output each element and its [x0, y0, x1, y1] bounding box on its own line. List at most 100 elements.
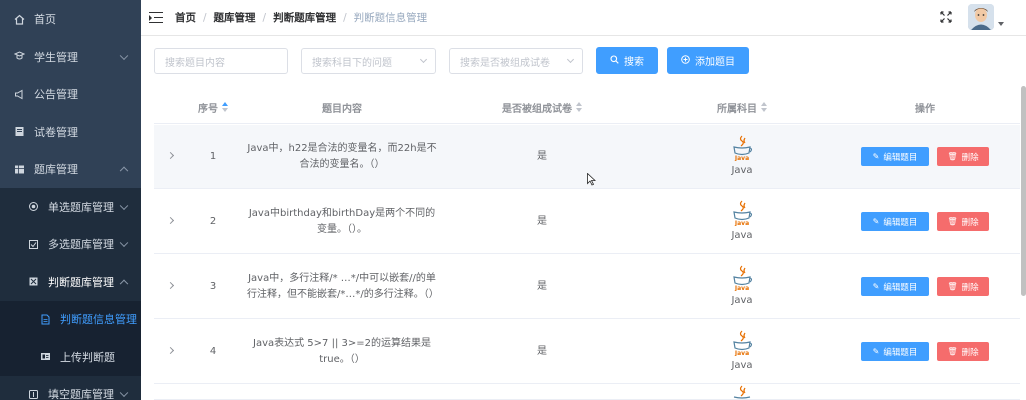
cell-subject: Java Java: [642, 125, 842, 189]
add-question-button[interactable]: 添加题目: [667, 47, 749, 74]
sidebar-item-papers[interactable]: 试卷管理: [0, 113, 141, 151]
svg-text:Java: Java: [734, 155, 749, 161]
cell-content: Java中，多行注释/* …*/中可以嵌套//的单行注释，但不能嵌套/*…*/的…: [247, 273, 439, 300]
sidebar: 首页 学生管理 公告管理 试卷管理 题库管理 单选题库管理 多选题库管理 判断题…: [0, 0, 141, 400]
sidebar-item-label: 多选题库管理: [48, 238, 114, 252]
paper-icon: [12, 125, 26, 139]
content-search-input[interactable]: 搜索题目内容: [154, 48, 288, 74]
java-cup-icon: Java: [733, 200, 753, 226]
java-logo: Java Java: [730, 200, 754, 244]
java-logo: Java Java: [730, 330, 754, 374]
breadcrumb-separator: /: [203, 11, 207, 24]
caret-down-icon[interactable]: [998, 22, 1004, 26]
scrollbar[interactable]: [1021, 86, 1026, 296]
delete-question-button[interactable]: 🗑 删除: [937, 212, 989, 231]
sidebar-item-upload-judge[interactable]: 上传判断题: [0, 338, 141, 376]
edit-icon: ✎: [872, 152, 880, 161]
table-row[interactable]: [154, 385, 1020, 400]
filter-bar: 搜索题目内容 搜索科目下的问题 搜索是否被组成试卷 搜索 添加题目: [141, 36, 1026, 86]
chevron-down-icon: [119, 51, 129, 60]
subject-name: Java: [731, 230, 753, 241]
question-bank-icon: [12, 162, 26, 176]
edit-question-button[interactable]: ✎ 编辑题目: [861, 277, 929, 296]
add-question-label: 添加题目: [695, 57, 735, 68]
student-icon: [12, 50, 26, 64]
edit-question-button[interactable]: ✎ 编辑题目: [861, 342, 929, 361]
header-in-paper[interactable]: 是否被组成试卷: [442, 90, 642, 124]
sort-icon[interactable]: [761, 102, 767, 112]
fill-blank-icon: [26, 387, 40, 400]
paper-select[interactable]: 搜索是否被组成试卷: [449, 48, 583, 74]
subject-name: Java: [731, 360, 753, 371]
chevron-right-icon[interactable]: [166, 346, 175, 355]
avatar[interactable]: [968, 4, 994, 30]
table-row[interactable]: 2 Java中birthday和birthDay是两个不同的变量。（）。 是 J…: [154, 190, 1020, 254]
search-button[interactable]: 搜索: [596, 47, 658, 74]
judge-bank-submenu: 判断题信息管理 上传判断题: [0, 300, 141, 376]
edit-icon: ✎: [872, 347, 880, 356]
subject-select-placeholder: 搜索科目下的问题: [312, 57, 392, 69]
edit-icon: ✎: [872, 217, 880, 226]
delete-question-button[interactable]: 🗑 删除: [937, 147, 989, 166]
edit-icon: ✎: [872, 282, 880, 291]
chevron-up-icon: [119, 166, 129, 176]
table-row[interactable]: 4 Java表达式 5>7 || 3>=2的运算结果是true。（） 是 Jav…: [154, 320, 1020, 384]
svg-text:Java: Java: [734, 285, 749, 291]
java-cup-icon: Java: [733, 265, 753, 291]
fullscreen-icon[interactable]: [940, 11, 952, 23]
delete-question-button[interactable]: 🗑 删除: [937, 342, 989, 361]
sidebar-item-label: 题库管理: [34, 163, 78, 177]
sidebar-item-fill-blank[interactable]: 填空题库管理: [0, 376, 141, 400]
breadcrumb-item[interactable]: 首页: [175, 10, 196, 25]
sidebar-item-announcements[interactable]: 公告管理: [0, 76, 141, 114]
sidebar-item-label: 上传判断题: [60, 350, 115, 364]
sort-icon[interactable]: [222, 102, 228, 112]
header-actions: 操作: [842, 90, 1008, 124]
hamburger-icon[interactable]: [149, 11, 163, 24]
sidebar-item-students[interactable]: 学生管理: [0, 38, 141, 76]
cell-in-paper: 是: [537, 281, 547, 292]
header-in-paper-label: 是否被组成试卷: [502, 103, 572, 115]
breadcrumb: 首页 / 题库管理 / 判断题库管理 / 判断题信息管理: [175, 10, 427, 25]
sidebar-item-multi-choice[interactable]: 多选题库管理: [0, 226, 141, 264]
header-content: 题目内容: [242, 90, 442, 124]
sidebar-item-question-bank[interactable]: 题库管理: [0, 151, 141, 189]
java-logo: Java Java: [730, 135, 754, 179]
breadcrumb-item[interactable]: 题库管理: [214, 10, 256, 25]
cell-subject: [642, 385, 842, 399]
breadcrumb-item[interactable]: 判断题库管理: [273, 10, 336, 25]
header-subject[interactable]: 所属科目: [642, 90, 842, 124]
questions-table: 序号 题目内容 是否被组成试卷 所属科目 操作 1 Java中，h22是合法的变…: [154, 90, 1020, 400]
sidebar-item-label: 首页: [34, 13, 56, 26]
cell-index: 4: [209, 346, 217, 357]
chevron-right-icon[interactable]: [166, 281, 175, 290]
delete-question-button[interactable]: 🗑 删除: [937, 277, 989, 296]
chevron-down-icon: [119, 388, 129, 398]
sidebar-item-judge-bank[interactable]: 判断题库管理: [0, 263, 141, 301]
cell-content: Java中，h22是合法的变量名，而22h是不合法的变量名。（）: [247, 143, 437, 170]
chevron-right-icon[interactable]: [166, 151, 175, 160]
edit-question-button[interactable]: ✎ 编辑题目: [861, 212, 929, 231]
announcement-icon: [12, 87, 26, 101]
sidebar-item-label: 公告管理: [34, 88, 78, 102]
sidebar-item-judge-info[interactable]: 判断题信息管理: [0, 300, 141, 338]
question-bank-submenu: 单选题库管理 多选题库管理 判断题库管理 判断题信息管理 上传判断题 填空题库管…: [0, 188, 141, 400]
radio-icon: [26, 200, 40, 214]
sidebar-item-label: 判断题信息管理: [60, 313, 137, 327]
sort-icon[interactable]: [576, 102, 582, 112]
trash-icon: 🗑: [947, 152, 958, 161]
breadcrumb-separator: /: [343, 11, 347, 24]
header-index-label: 序号: [198, 103, 218, 115]
table-row[interactable]: 3 Java中，多行注释/* …*/中可以嵌套//的单行注释，但不能嵌套/*…*…: [154, 255, 1020, 319]
sidebar-item-home[interactable]: 首页: [0, 0, 141, 38]
breadcrumb-separator: /: [262, 11, 267, 24]
trash-icon: 🗑: [947, 347, 958, 356]
sidebar-item-label: 单选题库管理: [48, 200, 114, 214]
edit-question-button[interactable]: ✎ 编辑题目: [861, 147, 929, 166]
sidebar-item-single-choice[interactable]: 单选题库管理: [0, 188, 141, 226]
header-index[interactable]: 序号: [184, 90, 242, 124]
chevron-right-icon[interactable]: [166, 216, 175, 225]
cell-subject: Java Java: [642, 190, 842, 254]
subject-select[interactable]: 搜索科目下的问题: [301, 48, 436, 74]
cell-subject: Java Java: [642, 255, 842, 319]
